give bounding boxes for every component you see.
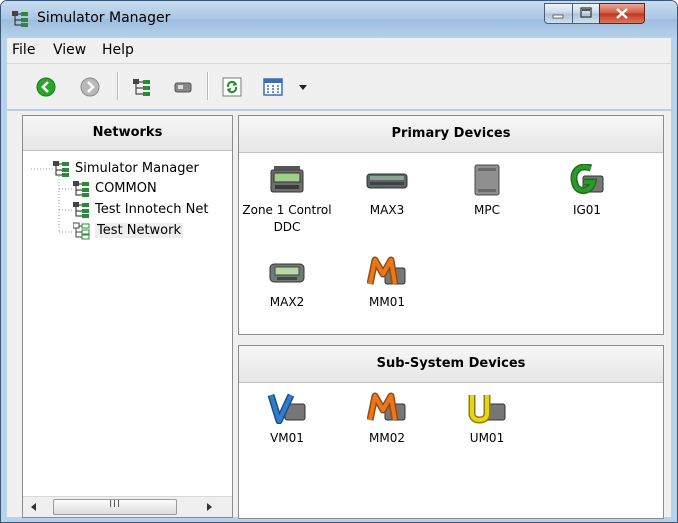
tree-item-simulator-manager[interactable]: Simulator Manager [53, 160, 228, 178]
horizontal-scrollbar[interactable]: III [23, 496, 232, 517]
tree-item-label: COMMON [95, 181, 157, 196]
tree-item-test-network[interactable]: Test Network [73, 222, 201, 240]
primary-devices-header: Primary Devices [239, 116, 663, 153]
device-mm01[interactable]: MM01 [339, 256, 435, 311]
letter-v-device-icon [267, 393, 306, 424]
back-arrow-icon[interactable] [36, 77, 56, 97]
chevron-down-icon[interactable] [293, 77, 313, 97]
networks-header: Networks [23, 116, 232, 151]
device-name: MAX3 [369, 203, 405, 217]
refresh-icon[interactable] [222, 77, 242, 97]
scrollbar-grip: III [109, 499, 121, 510]
max-controller-icon [366, 173, 408, 189]
device-mpc[interactable]: MPC [439, 164, 535, 219]
network-tree-icon [73, 181, 89, 197]
maximize-button[interactable] [572, 3, 600, 24]
forward-arrow-icon[interactable] [80, 77, 100, 97]
device-name: UM01 [469, 431, 505, 445]
scrollbar-thumb[interactable]: III [53, 499, 177, 515]
device-max3[interactable]: MAX3 [339, 164, 435, 219]
network-tree-icon [73, 202, 89, 218]
device-name: MM01 [369, 295, 405, 309]
menu-bar: File View Help [7, 38, 671, 64]
window-title: Simulator Manager [37, 10, 171, 26]
tree-item-label: Test Innotech Net [95, 202, 209, 217]
networks-pane: Networks Simulator Manager COMMON Test I… [22, 115, 233, 518]
network-tree-icon [53, 161, 69, 177]
network-tree-icon [73, 222, 90, 240]
device-name: IG01 [572, 203, 602, 217]
device-name: MAX2 [269, 295, 305, 309]
tree-item-label: Simulator Manager [75, 161, 199, 176]
simulator-manager-window: Simulator Manager File View Help Network… [0, 0, 678, 523]
device-vm01[interactable]: VM01 [239, 392, 335, 447]
device-max2[interactable]: MAX2 [239, 256, 335, 311]
letter-m-device-icon [367, 256, 406, 285]
close-icon [616, 8, 628, 19]
ddc-controller-icon [270, 166, 304, 193]
sub-system-devices-pane: Sub-System Devices VM01 MM02 UM01 [238, 345, 664, 519]
menu-help[interactable]: Help [102, 42, 134, 58]
device-ig01[interactable]: IG01 [539, 164, 635, 219]
device-name-line2: DDC [273, 220, 301, 234]
toolbar-separator [207, 72, 209, 100]
device-um01[interactable]: UM01 [439, 392, 535, 447]
minimize-button[interactable] [544, 3, 573, 24]
title-bar[interactable]: Simulator Manager [1, 1, 677, 37]
toolbar [7, 64, 671, 110]
sub-system-devices-header: Sub-System Devices [239, 346, 663, 383]
letter-m-device-icon [367, 392, 406, 421]
device-zone-1-control-ddc[interactable]: Zone 1 Control DDC [239, 164, 335, 236]
menu-file[interactable]: File [12, 42, 35, 58]
mpc-module-icon [474, 164, 500, 196]
scroll-left-icon[interactable] [30, 502, 38, 512]
device-icon[interactable] [173, 77, 193, 97]
menu-view[interactable]: View [53, 42, 86, 58]
grid-view-icon[interactable] [263, 77, 283, 97]
scroll-right-icon[interactable] [205, 502, 213, 512]
toolbar-separator [117, 72, 119, 100]
device-name: MPC [474, 203, 500, 217]
device-mm02[interactable]: MM02 [339, 392, 435, 447]
network-tree-icon[interactable] [132, 77, 152, 97]
device-name: Zone 1 Control [242, 203, 332, 217]
network-tree-icon [12, 11, 28, 27]
close-button[interactable] [599, 3, 645, 24]
letter-g-device-icon [570, 164, 604, 194]
minimize-icon [552, 14, 564, 19]
device-name: MM02 [369, 431, 405, 445]
maximize-icon [580, 7, 592, 18]
primary-devices-pane: Primary Devices Zone 1 Control DDC MAX3 [238, 115, 664, 335]
tree-item-common[interactable]: COMMON [73, 180, 232, 198]
lcd-controller-icon [269, 263, 305, 283]
tree-item-label: Test Network [95, 223, 184, 238]
device-name: VM01 [270, 431, 304, 445]
tree-item-test-innotech-net[interactable]: Test Innotech Net [73, 201, 232, 219]
letter-u-device-icon [468, 395, 506, 424]
